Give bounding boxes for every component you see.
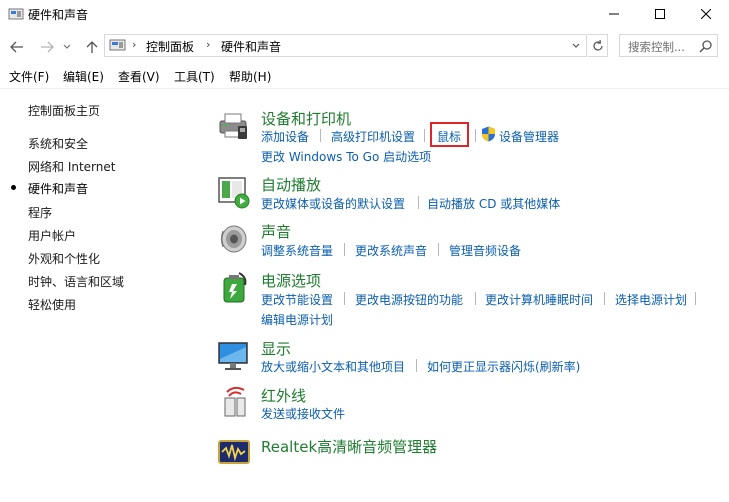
current-item-bullet <box>11 185 16 190</box>
menu-file[interactable]: 文件(F) <box>9 68 49 85</box>
section-title-autoplay[interactable]: 自动播放 <box>261 174 321 195</box>
sidebar-item-network[interactable]: 网络和 Internet <box>28 158 115 175</box>
maximize-icon <box>655 9 665 19</box>
link-change-default-media[interactable]: 更改媒体或设备的默认设置 <box>261 195 405 212</box>
search-icon <box>699 40 712 53</box>
link-separator <box>344 292 345 305</box>
link-autoplay-cd[interactable]: 自动播放 CD 或其他媒体 <box>427 195 560 212</box>
search-input[interactable]: 搜索控制... <box>619 34 718 57</box>
monitor-icon[interactable] <box>217 339 251 373</box>
forward-arrow-icon <box>41 41 54 53</box>
sidebar-item-hardware-sound: 硬件和声音 <box>28 182 89 196</box>
link-windows-to-go[interactable]: 更改 Windows To Go 启动选项 <box>261 148 431 165</box>
link-device-manager[interactable]: 设备管理器 <box>499 128 559 145</box>
chevron-down-icon <box>572 43 580 48</box>
link-zoom-text[interactable]: 放大或缩小文本和其他项目 <box>261 358 405 375</box>
up-button[interactable] <box>83 38 101 56</box>
close-icon <box>701 9 711 19</box>
section-title-infrared[interactable]: 红外线 <box>261 385 306 406</box>
window-title: 硬件和声音 <box>28 8 89 22</box>
infrared-icon[interactable] <box>217 386 251 420</box>
printer-icon[interactable] <box>217 109 251 143</box>
realtek-icon[interactable] <box>217 435 251 469</box>
breadcrumb-control-panel[interactable]: 控制面板 <box>146 38 194 55</box>
link-fix-flicker[interactable]: 如何更正显示器闪烁(刷新率) <box>427 358 580 375</box>
sidebar-item-home[interactable]: 控制面板主页 <box>28 102 100 119</box>
link-choose-power-plan[interactable]: 选择电源计划 <box>615 291 687 308</box>
sidebar-item-system-security[interactable]: 系统和安全 <box>28 135 88 152</box>
menu-divider <box>0 88 729 89</box>
link-advanced-printer-setup[interactable]: 高级打印机设置 <box>331 128 415 145</box>
title-bar: 硬件和声音 <box>0 0 729 30</box>
chevron-down-icon <box>63 44 71 49</box>
menu-edit[interactable]: 编辑(E) <box>63 68 104 85</box>
up-arrow-icon <box>86 41 98 53</box>
sidebar-item-programs[interactable]: 程序 <box>28 204 52 221</box>
link-separator <box>438 243 439 256</box>
address-dropdown-button[interactable] <box>569 39 583 53</box>
menu-tools[interactable]: 工具(T) <box>174 68 215 85</box>
control-panel-icon <box>8 8 24 20</box>
link-add-device[interactable]: 添加设备 <box>261 128 309 145</box>
link-separator <box>418 196 419 209</box>
section-title-display[interactable]: 显示 <box>261 338 291 359</box>
address-bar[interactable]: › 控制面板 › 硬件和声音 <box>104 34 587 57</box>
close-button[interactable] <box>683 0 729 28</box>
link-separator <box>416 359 417 372</box>
breadcrumb-hardware-sound[interactable]: 硬件和声音 <box>221 38 281 55</box>
link-change-sleep-time[interactable]: 更改计算机睡眠时间 <box>485 291 593 308</box>
link-separator <box>320 129 321 142</box>
back-arrow-icon <box>10 41 23 53</box>
breadcrumb-separator[interactable]: › <box>206 38 210 51</box>
search-placeholder: 搜索控制... <box>628 40 685 54</box>
menu-help[interactable]: 帮助(H) <box>229 68 271 85</box>
back-button[interactable] <box>8 38 26 56</box>
refresh-button[interactable] <box>588 34 608 57</box>
link-separator <box>424 129 425 142</box>
breadcrumb-separator[interactable]: › <box>132 38 136 51</box>
sidebar-item-user-accounts[interactable]: 用户帐户 <box>28 227 76 244</box>
menu-bar: 文件(F) 编辑(E) 查看(V) 工具(T) 帮助(H) <box>0 66 729 86</box>
speaker-icon[interactable] <box>217 222 251 256</box>
link-separator <box>344 243 345 256</box>
link-separator <box>475 292 476 305</box>
sidebar-item-appearance[interactable]: 外观和个性化 <box>28 250 100 267</box>
maximize-button[interactable] <box>637 0 683 28</box>
refresh-icon <box>592 39 603 51</box>
recent-locations-button[interactable] <box>61 38 73 56</box>
autoplay-icon[interactable] <box>217 175 251 209</box>
link-change-power-saving[interactable]: 更改节能设置 <box>261 291 333 308</box>
section-title-realtek[interactable]: Realtek高清晰音频管理器 <box>261 436 437 457</box>
link-manage-audio-devices[interactable]: 管理音频设备 <box>449 242 521 259</box>
section-title-power-options[interactable]: 电源选项 <box>261 270 321 291</box>
section-title-sound[interactable]: 声音 <box>261 221 291 242</box>
forward-button[interactable] <box>38 38 56 56</box>
section-title-devices-printers[interactable]: 设备和打印机 <box>261 108 351 129</box>
link-change-system-sounds[interactable]: 更改系统声音 <box>355 242 427 259</box>
battery-icon[interactable] <box>217 271 251 305</box>
link-separator <box>604 292 605 305</box>
control-panel-icon <box>109 39 126 51</box>
sidebar-item-ease-of-access[interactable]: 轻松使用 <box>28 296 76 313</box>
sidebar: 控制面板主页 系统和安全 网络和 Internet 硬件和声音 程序 用户帐户 … <box>0 90 200 502</box>
link-send-receive-files[interactable]: 发送或接收文件 <box>261 405 345 422</box>
minimize-icon <box>609 13 619 15</box>
link-edit-power-plan[interactable]: 编辑电源计划 <box>261 311 333 328</box>
link-mouse[interactable]: 鼠标 <box>437 128 461 145</box>
link-adjust-volume[interactable]: 调整系统音量 <box>261 242 333 259</box>
menu-view[interactable]: 查看(V) <box>118 68 160 85</box>
link-separator <box>695 292 696 305</box>
admin-shield-icon <box>482 126 495 142</box>
sidebar-item-clock-region[interactable]: 时钟、语言和区域 <box>28 273 124 290</box>
link-power-button-function[interactable]: 更改电源按钮的功能 <box>355 291 463 308</box>
link-separator <box>475 129 476 142</box>
minimize-button[interactable] <box>591 0 637 28</box>
